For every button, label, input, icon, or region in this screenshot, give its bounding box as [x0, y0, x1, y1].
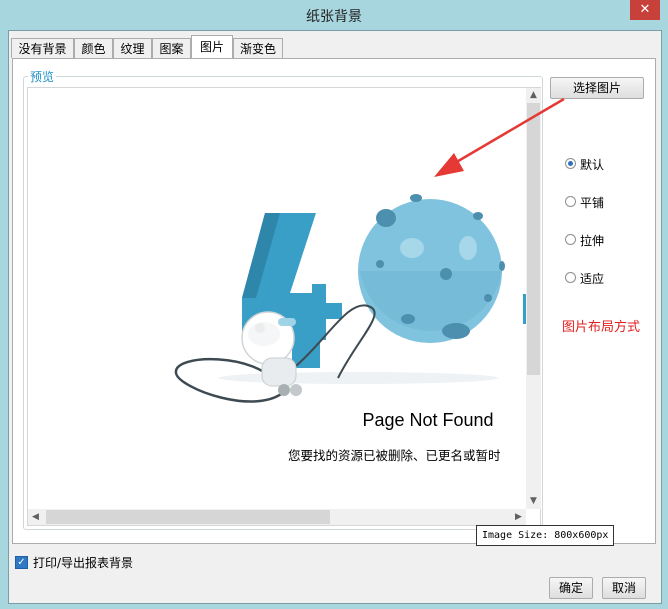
tab-label: 没有背景 [18, 42, 67, 56]
tab-label: 图案 [159, 42, 184, 56]
preview-group-label: 预览 [28, 68, 57, 85]
tab-label: 纹理 [120, 42, 145, 56]
ok-button[interactable]: 确定 [549, 577, 593, 599]
tab-label: 图片 [199, 40, 224, 54]
tab-texture[interactable]: 纹理 [113, 38, 152, 58]
print-export-label: 打印/导出报表背景 [33, 556, 134, 570]
radio-default-label: 默认 [580, 158, 605, 172]
scroll-down-icon[interactable]: ▼ [526, 494, 541, 509]
radio-fit-label: 适应 [580, 272, 605, 286]
radio-tile-label: 平铺 [580, 196, 605, 210]
window-title: 纸张背景 [306, 9, 362, 25]
radio-default[interactable] [565, 158, 576, 169]
layout-mode-annotation: 图片布局方式 [562, 320, 641, 335]
close-button[interactable]: ✕ [630, 0, 660, 20]
horizontal-scroll-thumb[interactable] [46, 510, 330, 524]
ok-label: 确定 [558, 581, 583, 595]
close-icon: ✕ [639, 2, 651, 17]
radio-tile[interactable] [565, 196, 576, 207]
checkmark-icon: ✓ [17, 557, 26, 568]
image-size-tooltip: Image Size: 800x600px [476, 525, 615, 546]
tab-image[interactable]: 图片 [191, 35, 233, 59]
tab-pattern[interactable]: 图案 [152, 38, 191, 58]
tab-color[interactable]: 颜色 [74, 38, 113, 58]
select-image-label: 选择图片 [572, 81, 621, 95]
radio-fit[interactable] [565, 272, 576, 283]
cancel-button[interactable]: 取消 [602, 577, 646, 599]
tab-gradient[interactable]: 渐变色 [233, 38, 283, 58]
tab-label: 颜色 [81, 42, 106, 56]
scroll-left-icon[interactable]: ◀ [28, 510, 43, 525]
page-not-found-text: Page Not Found [362, 410, 493, 430]
scroll-right-icon[interactable]: ▶ [511, 510, 526, 525]
tab-no-background[interactable]: 没有背景 [11, 38, 74, 58]
radio-stretch[interactable] [565, 234, 576, 245]
planet-graphic [358, 194, 526, 343]
resource-removed-text: 您要找的资源已被删除、已更名或暂时 [288, 448, 501, 463]
tab-label: 渐变色 [239, 42, 276, 56]
print-export-checkbox[interactable]: ✓ [15, 556, 28, 569]
annotation-arrow [434, 97, 565, 177]
cancel-label: 取消 [611, 581, 636, 595]
radio-stretch-label: 拉伸 [580, 234, 605, 248]
